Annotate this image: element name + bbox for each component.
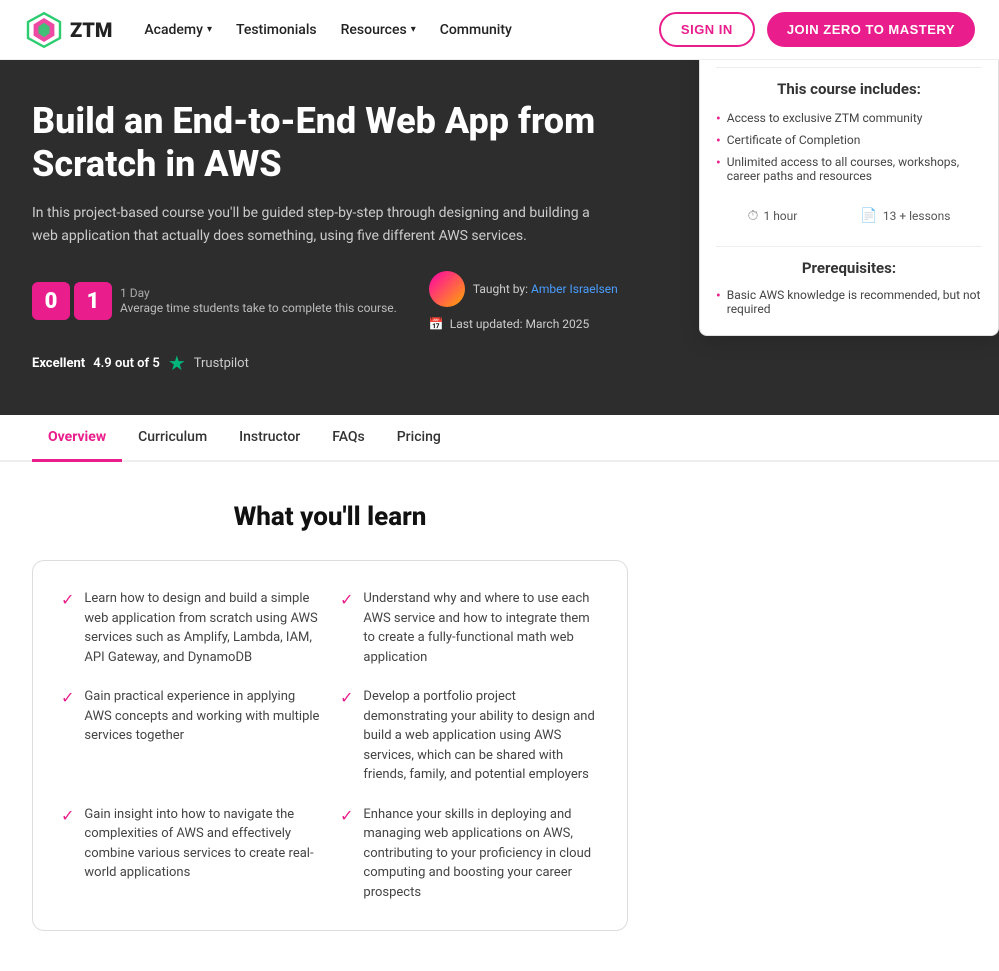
stat-time: ⏱ 1 hour — [748, 208, 798, 224]
learn-section-title: What you'll learn — [32, 502, 628, 532]
star-icon: ★ — [168, 351, 186, 375]
hero-description: In this project-based course you'll be g… — [32, 202, 612, 247]
hero-left: Build an End-to-End Web App from Scratch… — [32, 100, 647, 375]
time-hours-box: 0 — [32, 282, 70, 320]
learn-text: Enhance your skills in deploying and man… — [363, 805, 599, 903]
hero-instructor-block: Taught by: Amber Israelsen 📅 Last update… — [429, 271, 618, 331]
instructor-row: Taught by: Amber Israelsen — [429, 271, 618, 307]
trustpilot-label: Trustpilot — [194, 356, 249, 371]
brand-name: ZTM — [70, 18, 112, 42]
tab-overview[interactable]: Overview — [32, 415, 122, 462]
learn-text: Gain insight into how to navigate the co… — [84, 805, 320, 883]
nav-links: Academy ▾ Testimonials Resources ▾ Commu… — [144, 22, 659, 38]
list-item: • Access to exclusive ZTM community — [716, 108, 982, 130]
bullet-icon: • — [716, 111, 721, 127]
prereq-item-0: Basic AWS knowledge is recommended, but … — [727, 288, 982, 316]
nav-actions: SIGN IN JOIN ZERO TO MASTERY — [659, 12, 975, 47]
instructor-link[interactable]: Amber Israelsen — [531, 282, 618, 296]
check-icon: ✓ — [61, 590, 74, 609]
hero-meta: 0 1 1 Day Average time students take to … — [32, 271, 647, 331]
tab-pricing[interactable]: Pricing — [381, 415, 457, 462]
learn-text: Learn how to design and build a simple w… — [84, 589, 320, 667]
stat-lessons: 📄 13 + lessons — [860, 208, 950, 224]
check-icon: ✓ — [340, 590, 353, 609]
check-icon: ✓ — [340, 688, 353, 707]
list-item: • Unlimited access to all courses, works… — [716, 152, 982, 186]
tab-instructor[interactable]: Instructor — [223, 415, 316, 462]
learn-item: ✓ Develop a portfolio project demonstrat… — [340, 687, 599, 785]
clock-icon: ⏱ — [748, 208, 759, 224]
learn-item: ✓ Enhance your skills in deploying and m… — [340, 805, 599, 903]
includes-item-0: Access to exclusive ZTM community — [727, 111, 923, 125]
learn-text: Develop a portfolio project demonstratin… — [363, 687, 599, 785]
logo[interactable]: ZTM — [24, 10, 112, 50]
check-icon: ✓ — [61, 806, 74, 825]
list-item: • Certificate of Completion — [716, 130, 982, 152]
hero-title: Build an End-to-End Web App from Scratch… — [32, 100, 647, 186]
hero-rating: Excellent 4.9 out of 5 ★ Trustpilot — [32, 351, 647, 375]
check-icon: ✓ — [340, 806, 353, 825]
includes-list: • Access to exclusive ZTM community • Ce… — [716, 108, 982, 186]
learn-card: ✓ Learn how to design and build a simple… — [32, 560, 628, 931]
rating-score: 4.9 out of 5 — [93, 356, 160, 371]
sidebar-stats: ⏱ 1 hour 📄 13 + lessons — [716, 198, 982, 234]
time-minutes-box: 1 — [74, 282, 112, 320]
time-sublabel: Average time students take to complete t… — [120, 300, 397, 317]
nav-community[interactable]: Community — [440, 22, 512, 38]
divider — [716, 67, 982, 68]
hero-time: 0 1 1 Day Average time students take to … — [32, 282, 397, 320]
divider — [716, 246, 982, 247]
stat-time-label: 1 hour — [763, 209, 797, 223]
nav-testimonials[interactable]: Testimonials — [236, 22, 317, 38]
learn-text: Understand why and where to use each AWS… — [363, 589, 599, 667]
prereq-title: Prerequisites: — [716, 259, 982, 277]
list-item: • Basic AWS knowledge is recommended, bu… — [716, 285, 982, 319]
chevron-down-icon: ▾ — [207, 24, 212, 35]
main-content: What you'll learn ✓ Learn how to design … — [0, 462, 660, 971]
learn-item: ✓ Understand why and where to use each A… — [340, 589, 599, 667]
bullet-icon: • — [716, 133, 721, 149]
time-label-block: 1 Day Average time students take to comp… — [120, 286, 397, 317]
includes-item-1: Certificate of Completion — [727, 133, 861, 147]
learn-text: Gain practical experience in applying AW… — [84, 687, 320, 746]
chevron-down-icon: ▾ — [411, 24, 416, 35]
prereq-list: • Basic AWS knowledge is recommended, bu… — [716, 285, 982, 319]
bullet-icon: • — [716, 155, 721, 171]
learn-item: ✓ Gain practical experience in applying … — [61, 687, 320, 785]
includes-item-2: Unlimited access to all courses, worksho… — [727, 155, 982, 183]
avatar — [429, 271, 465, 307]
last-updated: 📅 Last updated: March 2025 — [429, 317, 618, 331]
stat-lessons-label: 13 + lessons — [883, 209, 951, 223]
join-button[interactable]: JOIN ZERO TO MASTERY — [767, 12, 975, 47]
bullet-icon: • — [716, 288, 721, 304]
includes-title: This course includes: — [716, 80, 982, 98]
time-unit: 1 Day — [120, 286, 397, 300]
time-boxes: 0 1 — [32, 282, 112, 320]
calendar-icon: 📅 — [429, 317, 444, 331]
instructor-label: Taught by: — [473, 282, 528, 296]
navbar: ZTM Academy ▾ Testimonials Resources ▾ C… — [0, 0, 999, 60]
learn-item: ✓ Learn how to design and build a simple… — [61, 589, 320, 667]
learn-item: ✓ Gain insight into how to navigate the … — [61, 805, 320, 903]
tab-faqs[interactable]: FAQs — [316, 415, 381, 462]
instructor-info: Taught by: Amber Israelsen — [473, 282, 618, 296]
tabs-nav: Overview Curriculum Instructor FAQs Pric… — [0, 415, 999, 462]
nav-academy[interactable]: Academy ▾ — [144, 22, 212, 38]
signin-button[interactable]: SIGN IN — [659, 12, 755, 47]
check-icon: ✓ — [61, 688, 74, 707]
rating-excellent: Excellent — [32, 356, 85, 371]
nav-resources[interactable]: Resources ▾ — [341, 22, 416, 38]
tab-curriculum[interactable]: Curriculum — [122, 415, 223, 462]
lessons-icon: 📄 — [860, 208, 877, 224]
